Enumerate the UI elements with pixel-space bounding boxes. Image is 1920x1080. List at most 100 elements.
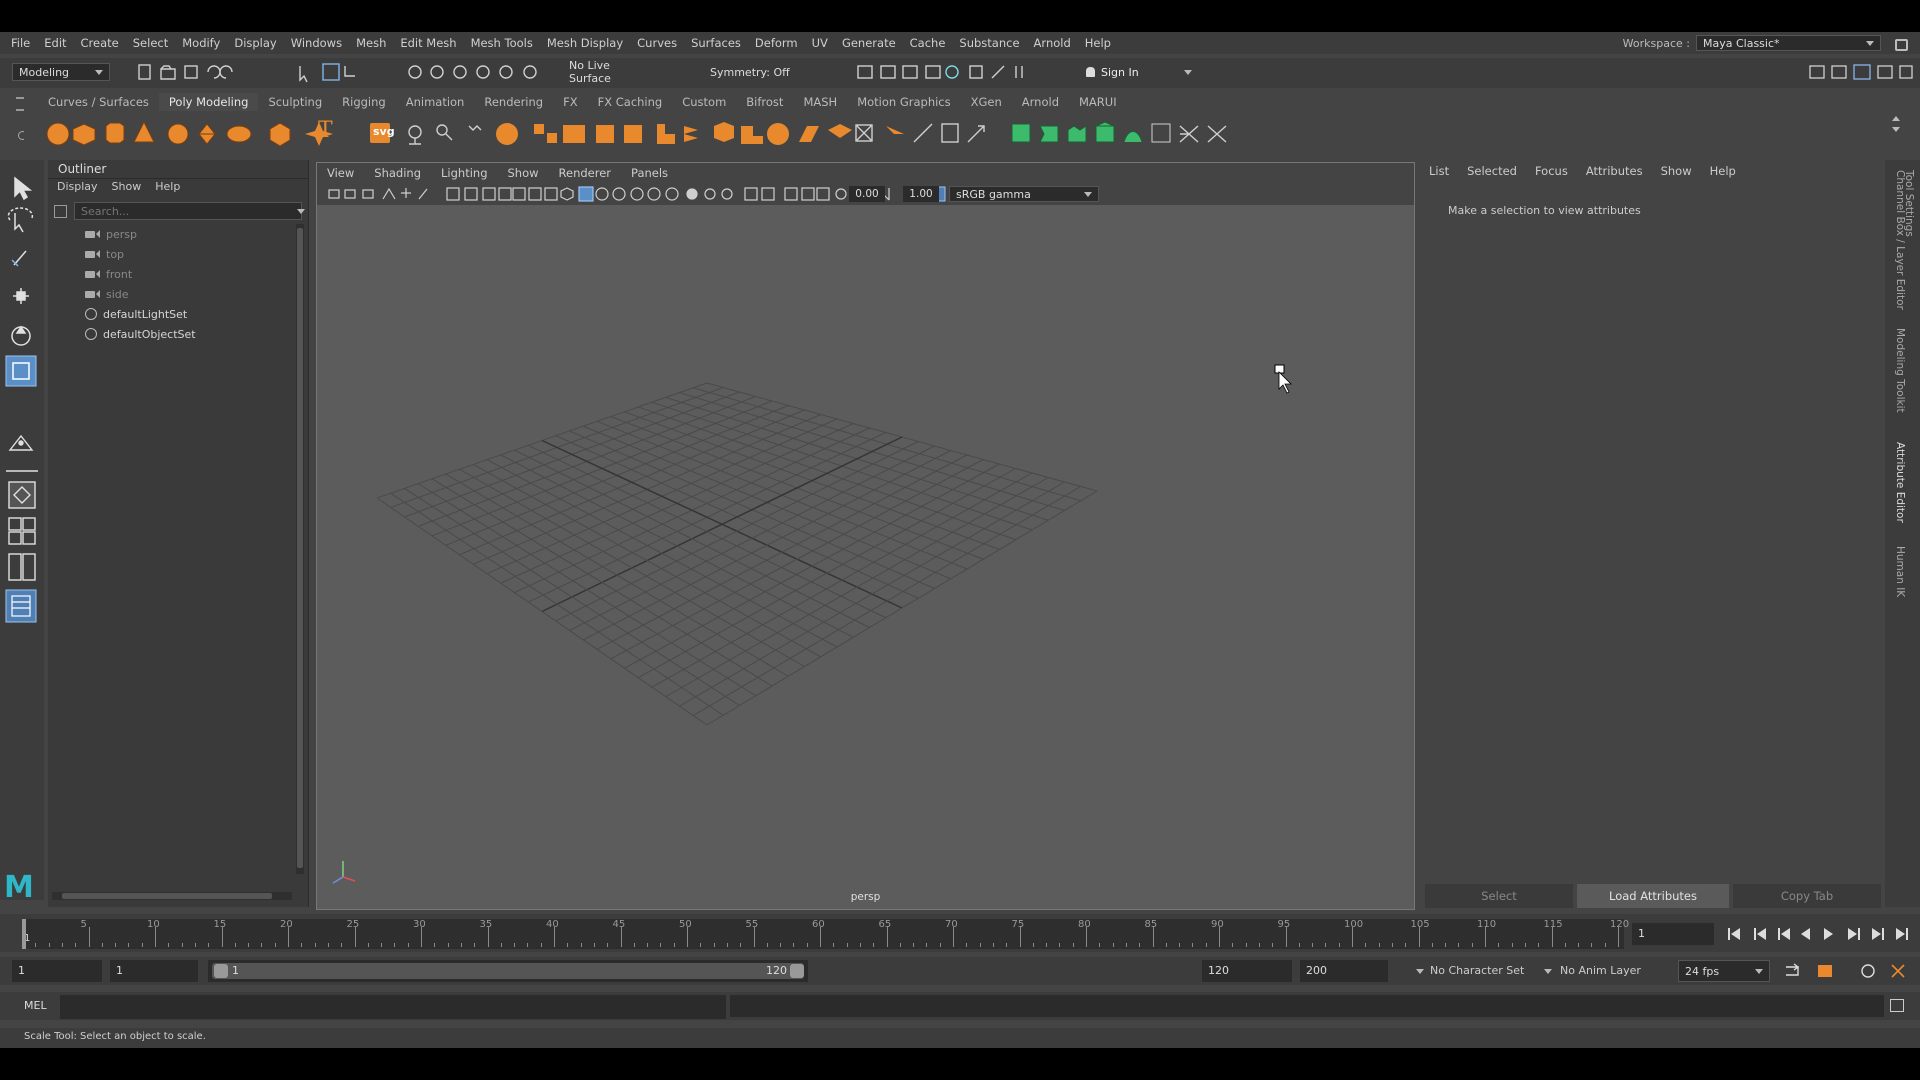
workspace-dropdown[interactable]: Maya Classic*: [1696, 35, 1881, 51]
menu-mesh-display[interactable]: Mesh Display: [540, 36, 630, 50]
menu-uv[interactable]: UV: [805, 36, 835, 50]
symmetry-dropdown[interactable]: Symmetry: Off: [704, 63, 804, 81]
tab-motion-graphics[interactable]: Motion Graphics: [847, 93, 960, 111]
range-slider-bar[interactable]: [212, 963, 804, 979]
menu-mesh[interactable]: Mesh: [349, 36, 393, 50]
tool-box-icons[interactable]: [0, 160, 44, 900]
scrollbar-thumb[interactable]: [62, 893, 272, 899]
outliner-item-front[interactable]: front: [48, 264, 132, 284]
shelf-scroll-arrows[interactable]: [1892, 116, 1902, 148]
viewport-3d-scene[interactable]: [317, 205, 1414, 909]
menu-create[interactable]: Create: [74, 36, 126, 50]
range-slider[interactable]: 1 120: [208, 960, 808, 982]
outliner-vertical-scrollbar[interactable]: [296, 224, 304, 874]
range-slider-end-handle[interactable]: [790, 964, 804, 978]
menu-mesh-tools[interactable]: Mesh Tools: [464, 36, 540, 50]
tab-animation[interactable]: Animation: [396, 93, 475, 111]
animation-start-field[interactable]: 1: [12, 960, 102, 982]
menu-set-dropdown[interactable]: Modeling: [12, 63, 110, 81]
select-button[interactable]: Select: [1425, 884, 1573, 908]
outliner-search-input[interactable]: [74, 202, 302, 220]
menu-windows[interactable]: Windows: [284, 36, 349, 50]
fps-dropdown[interactable]: 24 fps: [1678, 960, 1770, 982]
live-surface-field[interactable]: No Live Surface: [563, 59, 658, 85]
current-frame-field[interactable]: 1: [1632, 923, 1714, 945]
tab-sculpting[interactable]: Sculpting: [258, 93, 332, 111]
menu-arnold[interactable]: Arnold: [1027, 36, 1078, 50]
svg-tool-label[interactable]: svg: [373, 125, 395, 138]
viewport-menu-view[interactable]: View: [317, 166, 364, 180]
load-attributes-button[interactable]: Load Attributes: [1577, 884, 1729, 908]
menu-file[interactable]: File: [4, 36, 37, 50]
tab-bifrost[interactable]: Bifrost: [736, 93, 793, 111]
playback-option-icons[interactable]: [1782, 961, 1912, 981]
outliner-item-defaultobjectset[interactable]: defaultObjectSet: [48, 324, 196, 344]
color-space-dropdown[interactable]: sRGB gamma: [949, 186, 1099, 202]
animation-end-field[interactable]: 200: [1300, 960, 1388, 982]
attr-menu-attributes[interactable]: Attributes: [1577, 164, 1652, 178]
attr-menu-help[interactable]: Help: [1701, 164, 1745, 178]
tab-arnold[interactable]: Arnold: [1012, 93, 1069, 111]
chevron-down-icon[interactable]: [1416, 969, 1424, 974]
outliner-item-defaultlightset[interactable]: defaultLightSet: [48, 304, 187, 324]
exposure-field[interactable]: 0.00: [849, 186, 885, 202]
attr-menu-show[interactable]: Show: [1652, 164, 1701, 178]
tab-custom[interactable]: Custom: [672, 93, 736, 111]
menu-deform[interactable]: Deform: [748, 36, 805, 50]
chevron-down-icon[interactable]: [297, 209, 305, 214]
menu-generate[interactable]: Generate: [835, 36, 903, 50]
viewport-menu-lighting[interactable]: Lighting: [431, 166, 497, 180]
attr-menu-selected[interactable]: Selected: [1458, 164, 1526, 178]
lock-icon[interactable]: [1895, 39, 1908, 51]
tab-curves-surfaces[interactable]: Curves / Surfaces: [38, 93, 159, 111]
outliner-horizontal-scrollbar[interactable]: [52, 892, 292, 900]
tab-human-ik[interactable]: Human IK: [1894, 546, 1906, 597]
menu-edit-mesh[interactable]: Edit Mesh: [393, 36, 463, 50]
tab-poly-modeling[interactable]: Poly Modeling: [158, 93, 259, 111]
anim-layer-label[interactable]: No Anim Layer: [1560, 964, 1641, 977]
menu-surfaces[interactable]: Surfaces: [684, 36, 748, 50]
menu-select[interactable]: Select: [126, 36, 175, 50]
playback-end-field[interactable]: 120: [1202, 960, 1292, 982]
scrollbar-thumb[interactable]: [297, 228, 303, 868]
menu-curves[interactable]: Curves: [630, 36, 684, 50]
attr-menu-list[interactable]: List: [1420, 164, 1458, 178]
current-time-indicator[interactable]: [22, 919, 26, 949]
menu-display[interactable]: Display: [227, 36, 283, 50]
poly-modeling-shelf-icons[interactable]: [44, 116, 1494, 152]
sign-in-button[interactable]: Sign In: [1080, 63, 1198, 81]
tab-rigging[interactable]: Rigging: [332, 93, 396, 111]
playback-controls[interactable]: [1724, 924, 1914, 944]
menu-modify[interactable]: Modify: [175, 36, 227, 50]
viewport-menu-renderer[interactable]: Renderer: [549, 166, 622, 180]
script-editor-icon[interactable]: [1890, 999, 1904, 1012]
viewport-menu-panels[interactable]: Panels: [621, 166, 678, 180]
viewport-panel[interactable]: View Shading Lighting Show Renderer Pane…: [316, 162, 1415, 910]
gamma-field[interactable]: 1.00: [903, 186, 939, 202]
tab-mash[interactable]: MASH: [793, 93, 847, 111]
menu-substance[interactable]: Substance: [952, 36, 1026, 50]
tab-attribute-editor[interactable]: Attribute Editor: [1894, 442, 1906, 523]
tab-marui[interactable]: MARUI: [1069, 93, 1127, 111]
chevron-up-icon[interactable]: [1892, 116, 1900, 121]
script-language-label[interactable]: MEL: [24, 999, 47, 1012]
menu-edit[interactable]: Edit: [37, 36, 73, 50]
tab-xgen[interactable]: XGen: [961, 93, 1012, 111]
range-slider-start-handle[interactable]: [214, 964, 228, 978]
character-set-label[interactable]: No Character Set: [1430, 964, 1524, 977]
outliner-item-persp[interactable]: persp: [48, 224, 137, 244]
outliner-item-top[interactable]: top: [48, 244, 124, 264]
time-slider[interactable]: 5 10 15 20 25 30 35 40 45 50 55 60 65 70 75 80 85 90 95 100…: [22, 919, 1629, 949]
menu-help[interactable]: Help: [1078, 36, 1118, 50]
tab-rendering[interactable]: Rendering: [474, 93, 553, 111]
copy-tab-button[interactable]: Copy Tab: [1733, 884, 1881, 908]
text-tool-glyph[interactable]: T: [318, 118, 333, 143]
outliner-menu-display[interactable]: Display: [48, 180, 107, 193]
menu-cache[interactable]: Cache: [903, 36, 953, 50]
filter-icon[interactable]: [54, 205, 67, 218]
outliner-menu-help[interactable]: Help: [146, 180, 189, 193]
tab-fx[interactable]: FX: [553, 93, 588, 111]
chevron-down-icon[interactable]: [1892, 127, 1900, 132]
outliner-item-side[interactable]: side: [48, 284, 129, 304]
shelf-menu-icon[interactable]: [16, 97, 24, 111]
